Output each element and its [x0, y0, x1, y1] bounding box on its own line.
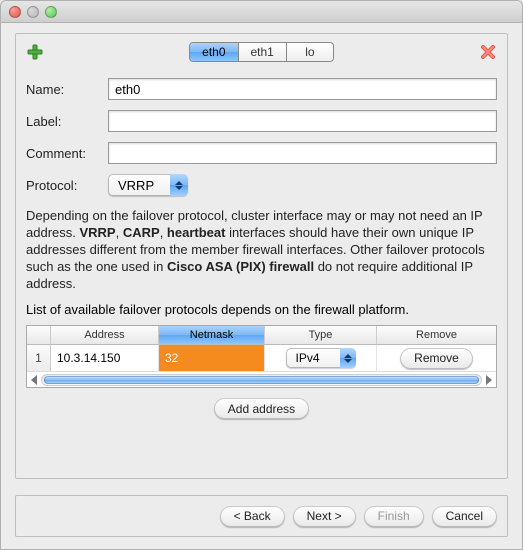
close-window-icon[interactable] [9, 6, 21, 18]
protocol-description: Depending on the failover protocol, clus… [26, 208, 497, 292]
interface-panel: eth0 eth1 lo Name: Label: Comment: Proto… [15, 33, 508, 479]
protocol-note: List of available failover protocols dep… [26, 302, 497, 317]
row-number: 1 [27, 345, 51, 371]
tab-eth0[interactable]: eth0 [190, 43, 238, 61]
back-button[interactable]: < Back [220, 506, 285, 527]
label-label: Label: [26, 114, 102, 129]
interface-tabs: eth0 eth1 lo [189, 42, 334, 62]
add-address-button[interactable]: Add address [214, 398, 309, 419]
label-input[interactable] [108, 110, 497, 132]
comment-input[interactable] [108, 142, 497, 164]
remove-interface-button[interactable] [479, 43, 497, 61]
finish-button: Finish [364, 506, 424, 527]
tab-lo[interactable]: lo [287, 43, 333, 61]
cancel-button[interactable]: Cancel [432, 506, 497, 527]
zoom-window-icon[interactable] [45, 6, 57, 18]
type-header[interactable]: Type [265, 326, 377, 345]
tab-eth1[interactable]: eth1 [239, 43, 287, 61]
dialog-window: eth0 eth1 lo Name: Label: Comment: Proto… [0, 0, 523, 550]
netmask-cell[interactable]: 32 [159, 345, 265, 371]
table-row: 1 10.3.14.150 32 IPv4 Remove [27, 345, 496, 371]
minimize-window-icon[interactable] [27, 6, 39, 18]
next-button[interactable]: Next > [293, 506, 356, 527]
address-cell[interactable]: 10.3.14.150 [51, 345, 159, 371]
remove-header: Remove [377, 326, 496, 345]
address-table: Address Netmask Type Remove 1 10.3.14.15… [26, 325, 497, 388]
content-area: eth0 eth1 lo Name: Label: Comment: Proto… [1, 23, 522, 485]
comment-label: Comment: [26, 146, 102, 161]
scroll-right-icon[interactable] [486, 375, 492, 385]
netmask-header[interactable]: Netmask [159, 326, 265, 345]
type-value: IPv4 [286, 348, 340, 368]
type-select[interactable]: IPv4 [286, 348, 356, 368]
remove-row-button[interactable]: Remove [400, 348, 473, 369]
titlebar [1, 1, 522, 23]
scrollbar-track[interactable] [41, 374, 482, 386]
address-header[interactable]: Address [51, 326, 159, 345]
wizard-button-bar: < Back Next > Finish Cancel [15, 495, 508, 537]
name-label: Name: [26, 82, 102, 97]
scroll-left-icon[interactable] [31, 375, 37, 385]
protocol-value: VRRP [108, 174, 170, 196]
protocol-label: Protocol: [26, 178, 102, 193]
row-number-header [27, 326, 51, 345]
horizontal-scrollbar[interactable] [27, 371, 496, 387]
name-input[interactable] [108, 78, 497, 100]
protocol-select[interactable]: VRRP [108, 174, 188, 196]
add-interface-button[interactable] [26, 43, 44, 61]
chevron-up-down-icon [340, 348, 356, 368]
chevron-up-down-icon [170, 174, 188, 196]
scrollbar-thumb[interactable] [44, 376, 479, 384]
